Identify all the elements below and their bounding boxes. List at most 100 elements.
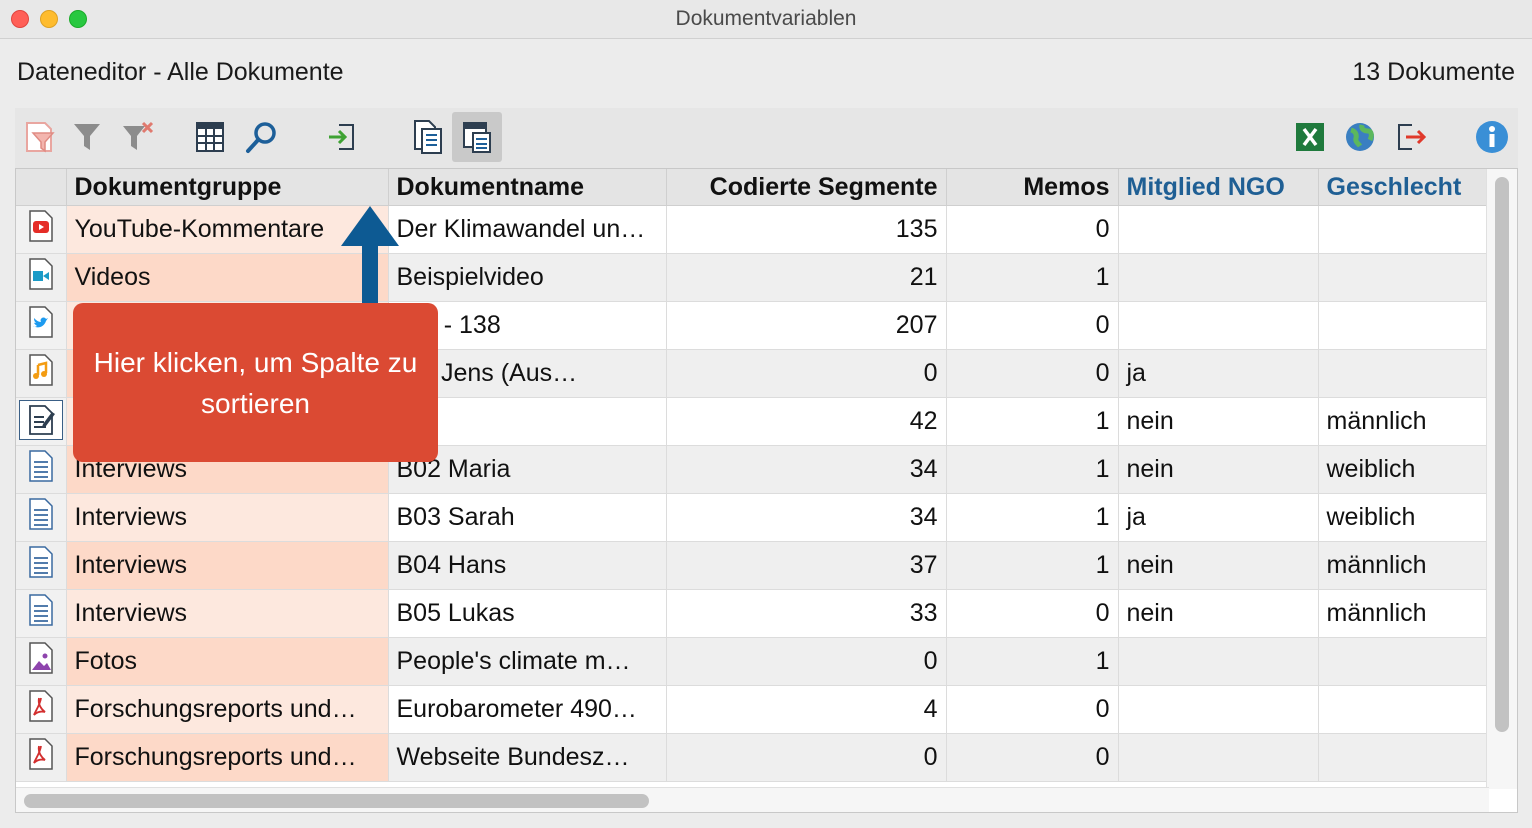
cell-geschlecht[interactable]: männlich: [1318, 541, 1490, 590]
column-header-geschlecht[interactable]: Geschlecht: [1318, 169, 1490, 206]
cell-memos[interactable]: 1: [946, 637, 1119, 686]
cell-mitglied-ngo[interactable]: ja: [1118, 493, 1319, 542]
youtube-icon[interactable]: [16, 205, 67, 254]
cell-memos[interactable]: 1: [946, 445, 1119, 494]
cell-geschlecht[interactable]: [1318, 301, 1490, 350]
info-icon[interactable]: [1467, 112, 1517, 162]
cell-dokumentgruppe[interactable]: Videos: [66, 253, 389, 302]
cell-codierte-segmente[interactable]: 37: [666, 541, 947, 590]
cell-dokumentgruppe[interactable]: YouTube-Kommentare: [66, 205, 389, 254]
table-row[interactable]: Forschungsreports und… Eurobarometer 490……: [16, 685, 1490, 734]
filter-icon[interactable]: [62, 112, 112, 162]
cell-mitglied-ngo[interactable]: [1118, 685, 1319, 734]
cell-codierte-segmente[interactable]: 0: [666, 349, 947, 398]
cell-dokumentname[interactable]: B03 Sarah: [388, 493, 667, 542]
cell-mitglied-ngo[interactable]: [1118, 253, 1319, 302]
cell-mitglied-ngo[interactable]: nein: [1118, 541, 1319, 590]
text-document-icon[interactable]: [16, 589, 67, 638]
cell-codierte-segmente[interactable]: 34: [666, 445, 947, 494]
column-header-dokumentname[interactable]: Dokumentname: [388, 169, 667, 206]
icon-column-header[interactable]: [16, 169, 67, 206]
cell-dokumentgruppe[interactable]: Interviews: [66, 541, 389, 590]
horizontal-scrollbar[interactable]: [16, 787, 1489, 812]
cell-dokumentgruppe[interactable]: Forschungsreports und…: [66, 733, 389, 782]
table-row[interactable]: Forschungsreports und… Webseite Bundesz… 0…: [16, 733, 1490, 782]
cell-dokumentgruppe[interactable]: Interviews: [66, 589, 389, 638]
video-icon[interactable]: [16, 253, 67, 302]
cell-codierte-segmente[interactable]: 0: [666, 733, 947, 782]
text-document-icon[interactable]: [16, 541, 67, 590]
cell-memos[interactable]: 0: [946, 685, 1119, 734]
pdf-icon[interactable]: [16, 685, 67, 734]
cell-codierte-segmente[interactable]: 135: [666, 205, 947, 254]
cell-memos[interactable]: 1: [946, 397, 1119, 446]
cell-codierte-segmente[interactable]: 33: [666, 589, 947, 638]
cell-codierte-segmente[interactable]: 42: [666, 397, 947, 446]
cell-memos[interactable]: 1: [946, 253, 1119, 302]
clear-filter-icon[interactable]: [113, 112, 163, 162]
vertical-scrollbar[interactable]: [1486, 169, 1517, 789]
text-document-icon[interactable]: [16, 445, 67, 494]
cell-mitglied-ngo[interactable]: [1118, 205, 1319, 254]
cell-memos[interactable]: 0: [946, 349, 1119, 398]
cell-dokumentname[interactable]: Eurobarometer 490…: [388, 685, 667, 734]
cell-memos[interactable]: 0: [946, 301, 1119, 350]
cell-mitglied-ngo[interactable]: [1118, 637, 1319, 686]
column-header-mitglied-ngo[interactable]: Mitglied NGO: [1118, 169, 1319, 206]
cell-dokumentgruppe[interactable]: Forschungsreports und…: [66, 685, 389, 734]
table-row[interactable]: Interviews B03 Sarah 34 1 ja weiblich: [16, 493, 1490, 542]
cell-dokumentname[interactable]: B05 Lukas: [388, 589, 667, 638]
cell-dokumentname[interactable]: Beispielvideo: [388, 253, 667, 302]
column-header-dokumentgruppe[interactable]: Dokumentgruppe: [66, 169, 389, 206]
cell-mitglied-ngo[interactable]: [1118, 733, 1319, 782]
cell-dokumentname[interactable]: People's climate m…: [388, 637, 667, 686]
cell-mitglied-ngo[interactable]: ja: [1118, 349, 1319, 398]
table-row[interactable]: Fotos People's climate m… 0 1: [16, 637, 1490, 686]
cell-geschlecht[interactable]: weiblich: [1318, 493, 1490, 542]
horizontal-scroll-thumb[interactable]: [24, 794, 649, 808]
column-header-memos[interactable]: Memos: [946, 169, 1119, 206]
cell-geschlecht[interactable]: [1318, 253, 1490, 302]
web-export-icon[interactable]: [1335, 112, 1385, 162]
table-row[interactable]: Videos Beispielvideo 21 1: [16, 253, 1490, 302]
cell-geschlecht[interactable]: [1318, 205, 1490, 254]
table-row[interactable]: Interviews B04 Hans 37 1 nein männlich: [16, 541, 1490, 590]
cell-geschlecht[interactable]: weiblich: [1318, 445, 1490, 494]
table-row[interactable]: YouTube-Kommentare Der Klimawandel un… 135…: [16, 205, 1490, 254]
export-icon[interactable]: [1387, 112, 1437, 162]
cell-codierte-segmente[interactable]: 4: [666, 685, 947, 734]
column-header-codierte-segmente[interactable]: Codierte Segmente: [666, 169, 947, 206]
cell-dokumentname[interactable]: Webseite Bundesz…: [388, 733, 667, 782]
import-icon[interactable]: [317, 112, 367, 162]
cell-dokumentgruppe[interactable]: Interviews: [66, 493, 389, 542]
cell-geschlecht[interactable]: [1318, 685, 1490, 734]
table-row[interactable]: Interviews B05 Lukas 33 0 nein männlich: [16, 589, 1490, 638]
cell-codierte-segmente[interactable]: 34: [666, 493, 947, 542]
columns-icon[interactable]: [185, 112, 235, 162]
cell-mitglied-ngo[interactable]: nein: [1118, 397, 1319, 446]
cell-memos[interactable]: 0: [946, 589, 1119, 638]
cell-memos[interactable]: 1: [946, 541, 1119, 590]
cell-geschlecht[interactable]: männlich: [1318, 589, 1490, 638]
filter-documents-icon[interactable]: [15, 112, 65, 162]
cell-mitglied-ngo[interactable]: [1118, 301, 1319, 350]
cell-dokumentgruppe[interactable]: Fotos: [66, 637, 389, 686]
cell-geschlecht[interactable]: [1318, 349, 1490, 398]
audio-icon[interactable]: [16, 349, 67, 398]
document-table-icon[interactable]: [452, 112, 502, 162]
cell-codierte-segmente[interactable]: 0: [666, 637, 947, 686]
cell-codierte-segmente[interactable]: 21: [666, 253, 947, 302]
cell-memos[interactable]: 1: [946, 493, 1119, 542]
cell-mitglied-ngo[interactable]: nein: [1118, 589, 1319, 638]
excel-export-icon[interactable]: [1285, 112, 1335, 162]
cell-geschlecht[interactable]: männlich: [1318, 397, 1490, 446]
cell-memos[interactable]: 0: [946, 733, 1119, 782]
search-icon[interactable]: [237, 112, 287, 162]
pdf-icon[interactable]: [16, 733, 67, 782]
cell-codierte-segmente[interactable]: 207: [666, 301, 947, 350]
document-list-icon[interactable]: [403, 112, 453, 162]
cell-mitglied-ngo[interactable]: nein: [1118, 445, 1319, 494]
text-edit-icon[interactable]: [16, 397, 67, 446]
cell-dokumentname[interactable]: Der Klimawandel un…: [388, 205, 667, 254]
cell-geschlecht[interactable]: [1318, 733, 1490, 782]
